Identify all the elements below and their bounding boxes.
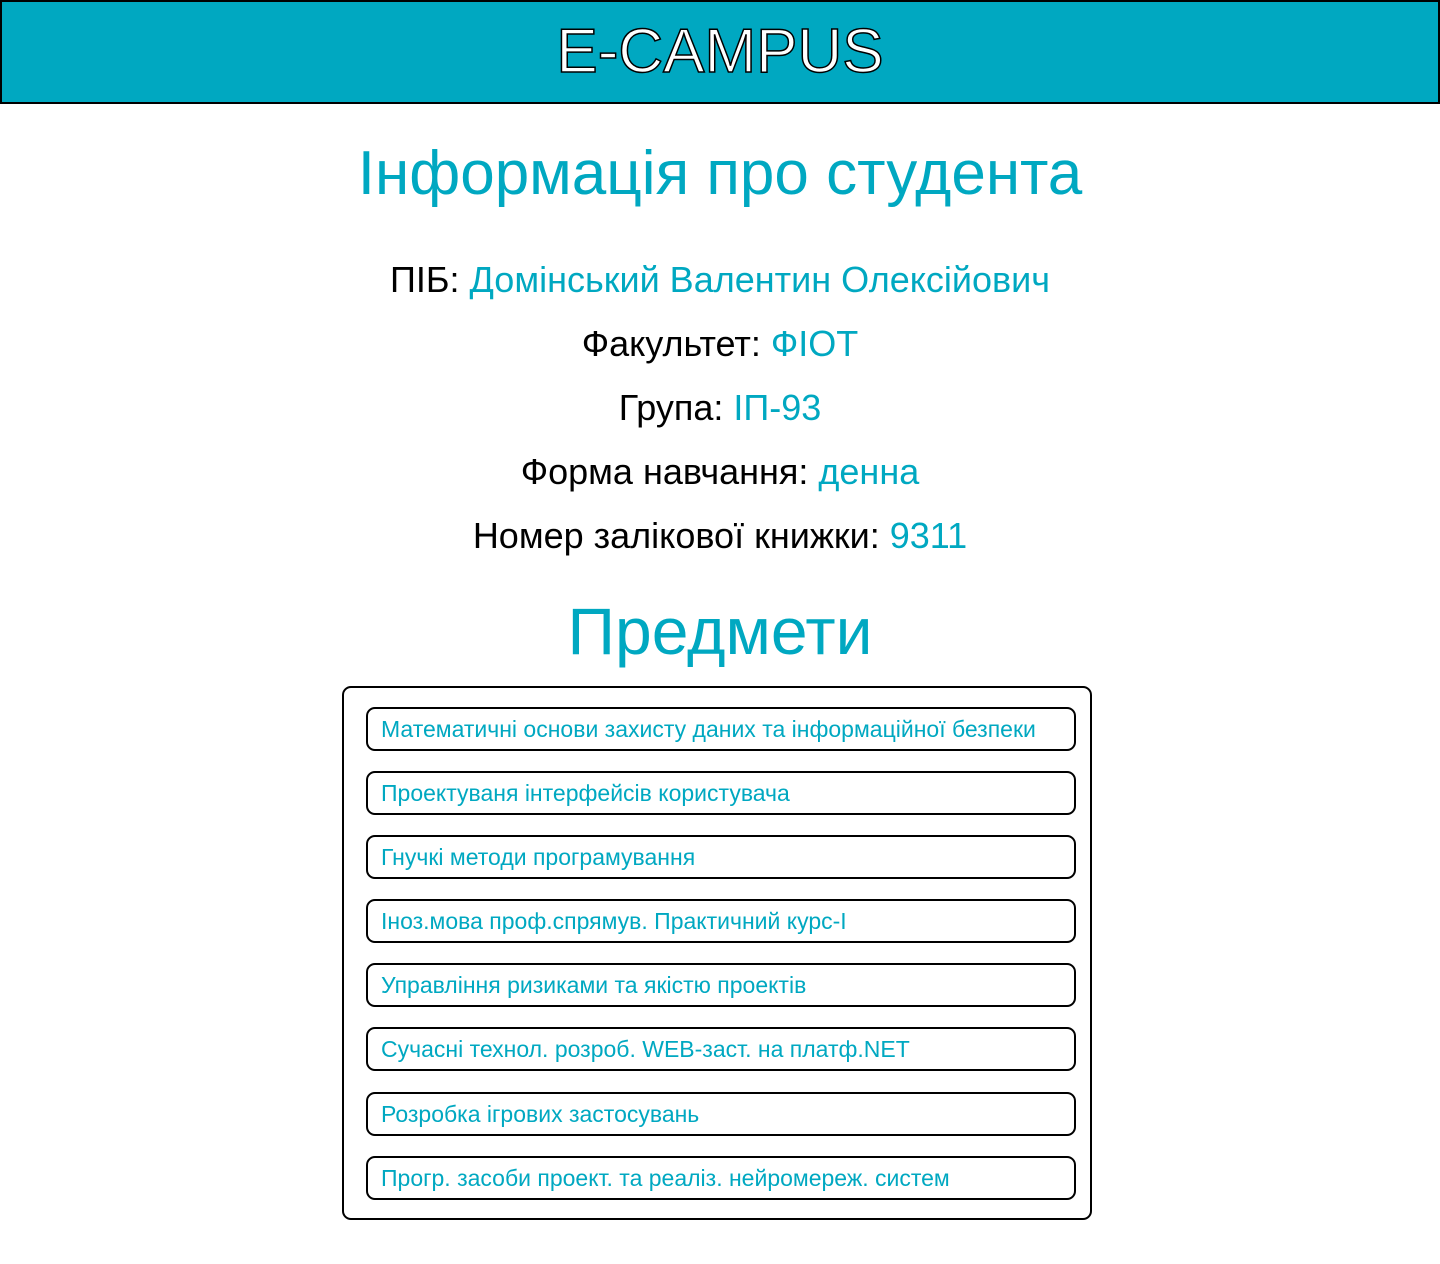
student-info-title: Інформація про студента [357, 139, 1083, 208]
info-row-full-name: ПІБ: Домінський Валентин Олексійович [0, 262, 1440, 298]
info-row-group: Група: ІП-93 [0, 390, 1440, 426]
info-value-group: ІП-93 [733, 387, 822, 428]
subject-item[interactable]: Проектуваня інтерфейсів користувача [366, 771, 1076, 815]
info-value-study-form: денна [818, 451, 920, 492]
subjects-list: Математичні основи захисту даних та інфо… [342, 686, 1092, 1220]
subject-item[interactable]: Математичні основи захисту даних та інфо… [366, 707, 1076, 751]
subject-item[interactable]: Розробка ігрових застосувань [366, 1092, 1076, 1136]
info-label-full-name: ПІБ: [390, 259, 470, 300]
info-label-group: Група: [618, 387, 734, 428]
info-row-faculty: Факультет: ФІОТ [0, 326, 1440, 362]
subjects-title: Предмети [567, 594, 873, 668]
info-row-study-form: Форма навчання: денна [0, 454, 1440, 490]
subject-item[interactable]: Іноз.мова проф.спрямув. Практичний курс-… [366, 899, 1076, 943]
info-value-faculty: ФІОТ [770, 323, 859, 364]
subject-item[interactable]: Прогр. засоби проект. та реаліз. нейроме… [366, 1156, 1076, 1200]
subject-item[interactable]: Сучасні технол. розроб. WEB-заст. на пла… [366, 1027, 1076, 1071]
info-value-record-book: 9311 [889, 515, 968, 556]
app-header: E-CAMPUS [0, 0, 1440, 104]
subject-item[interactable]: Управління ризиками та якістю проектів [366, 963, 1076, 1007]
info-label-record-book: Номер залікової книжки: [472, 515, 890, 556]
info-row-record-book: Номер залікової книжки: 9311 [0, 518, 1440, 554]
info-label-faculty: Факультет: [581, 323, 771, 364]
app-title: E-CAMPUS [556, 17, 885, 86]
subject-item[interactable]: Гнучкі методи програмування [366, 835, 1076, 879]
info-value-full-name: Домінський Валентин Олексійович [469, 259, 1050, 300]
info-label-study-form: Форма навчання: [520, 451, 819, 492]
